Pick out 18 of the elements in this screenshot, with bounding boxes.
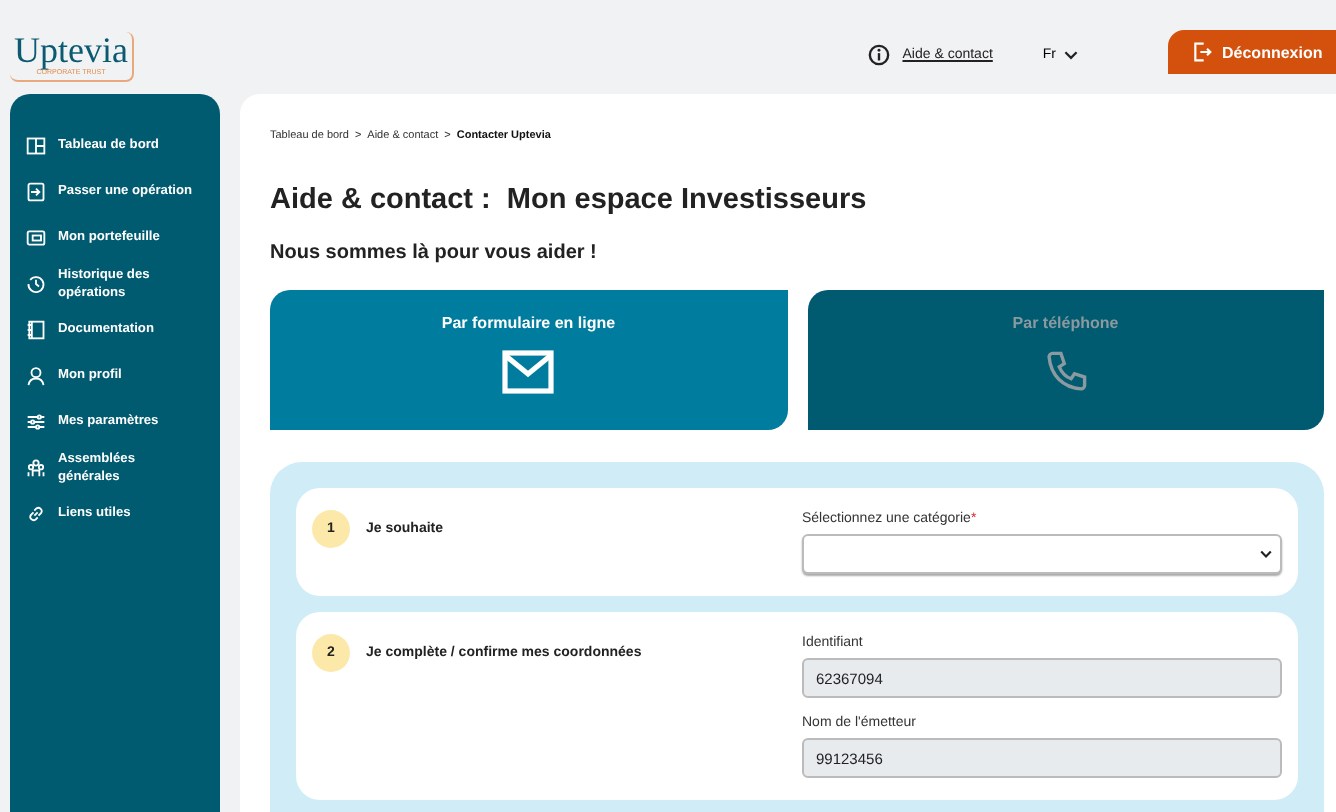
group-icon (26, 457, 46, 477)
sliders-icon (26, 411, 46, 431)
category-select[interactable] (802, 534, 1282, 574)
contact-tab[interactable]: Par formulaire en ligne (270, 290, 787, 430)
dashboard-icon (26, 135, 46, 155)
enter-icon (26, 181, 46, 201)
info-icon (868, 44, 891, 66)
history-icon (26, 273, 46, 293)
logout-icon (1192, 42, 1212, 62)
envelope-icon (502, 350, 555, 394)
chevron-down-icon (1064, 50, 1078, 60)
chevron-down-icon (1260, 550, 1272, 558)
book-icon (26, 319, 46, 339)
page-subtitle: Nous sommes là pour vous aider ! (270, 242, 599, 264)
link-icon (26, 503, 46, 523)
page-title: Aide & contact : Mon espace Investisseurs (270, 184, 869, 216)
logout-button[interactable]: Déconnexion (1168, 30, 1336, 74)
user-icon (26, 365, 46, 385)
